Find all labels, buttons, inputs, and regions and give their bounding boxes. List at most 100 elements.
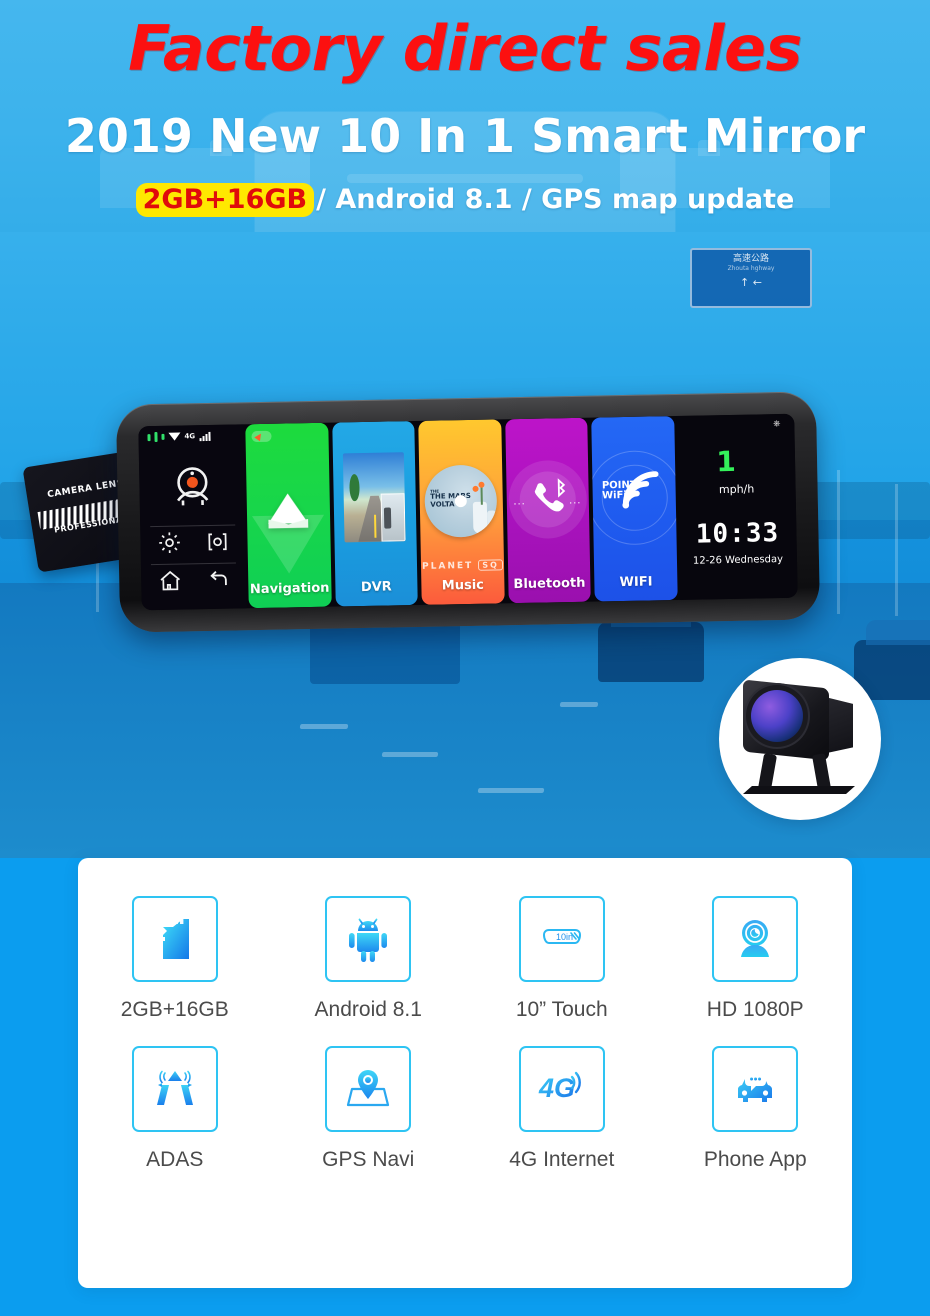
rear-camera-lens-icon	[751, 690, 803, 742]
clock: 10:33	[695, 518, 780, 550]
lane-marking	[299, 724, 349, 729]
feature-label: 2GB+16GB	[120, 998, 229, 1021]
feature-label: Phone App	[703, 1148, 807, 1171]
usb-icon: ⎈	[773, 417, 781, 429]
smart-mirror-device: 4G Navigation DVR THE THE MARS VOLTA PLA…	[115, 391, 821, 633]
control-row-nav	[141, 566, 247, 599]
lane-marking	[381, 752, 439, 757]
network-label: 4G	[184, 432, 196, 441]
cd-album-icon: THE THE MARS VOLTA	[424, 464, 498, 538]
speed-unit: mph/h	[718, 482, 755, 497]
android-robot-icon	[349, 918, 388, 962]
feature-adas[interactable]: ADAS	[78, 1046, 272, 1172]
navigation-arrow-icon	[267, 492, 309, 524]
tile-label: Navigation	[249, 580, 330, 598]
bluetooth-phone-icon	[526, 476, 569, 524]
navigation-badge-icon	[251, 430, 272, 443]
4g-signal-icon: 4G	[538, 1071, 581, 1103]
feature-label: ADAS	[146, 1148, 204, 1171]
headline: Factory direct sales	[128, 12, 802, 85]
tile-wifi[interactable]: POINT WiFi WIFI	[591, 416, 678, 602]
memory-badge: 2GB+16GB	[135, 183, 315, 217]
feature-icon-box: 4G	[518, 1046, 605, 1132]
webcam-icon	[741, 920, 770, 957]
tile-dvr[interactable]: DVR	[331, 421, 418, 607]
control-divider	[150, 562, 236, 566]
feature-android[interactable]: Android 8.1	[272, 896, 466, 1022]
album-vase2	[486, 510, 497, 533]
feature-hd-camera[interactable]: HD 1080P	[659, 896, 853, 1022]
highway-sign-arrow-icon: ↑ ←	[740, 275, 762, 289]
camera-icon[interactable]	[165, 461, 218, 514]
status-green-bar	[154, 431, 158, 443]
tile-label: DVR	[360, 579, 392, 596]
settings-gear-icon[interactable]	[156, 529, 183, 560]
product-ad-page: Factory direct sales 2019 New 10 In 1 Sm…	[0, 0, 930, 1316]
feature-label: GPS Navi	[322, 1148, 415, 1171]
wifi-point-icon	[619, 468, 666, 514]
feature-label: HD 1080P	[706, 998, 804, 1021]
back-arrow-icon[interactable]	[205, 567, 232, 598]
speed-value: 1	[716, 444, 737, 479]
rear-camera-leg	[811, 753, 832, 791]
status-green-bar	[147, 433, 151, 441]
adas-lane-icon	[156, 1070, 193, 1105]
home-icon[interactable]	[157, 567, 184, 598]
feature-phone-app[interactable]: Phone App	[659, 1046, 853, 1172]
control-row-camera	[139, 460, 245, 514]
signal-bars-icon	[199, 431, 211, 441]
wifi-icon	[168, 432, 181, 441]
feature-icon-box	[712, 1046, 799, 1132]
highway-sign: 高速公路 Zhouta hghway ↑ ←	[690, 248, 812, 308]
lane-marking	[559, 702, 599, 707]
features-grid: 2GB+16GB Android 8.1 10in 10” Touch HD 1…	[78, 896, 852, 1196]
bluetooth-dots-left: …	[512, 492, 528, 508]
feature-icon-box	[325, 1046, 412, 1132]
status-bar: 4G	[147, 431, 211, 443]
highway-sign-line1: 高速公路	[732, 254, 769, 264]
feature-label: Android 8.1	[314, 998, 422, 1021]
album-title: PLANET	[422, 560, 474, 572]
control-row-settings	[140, 528, 246, 561]
feature-touch-screen[interactable]: 10in 10” Touch	[465, 896, 659, 1022]
tile-navigation[interactable]: Navigation	[245, 422, 332, 609]
header-banner: Factory direct sales 2019 New 10 In 1 Sm…	[0, 0, 930, 232]
status-green-bar	[161, 433, 165, 440]
page-title: 2019 New 10 In 1 Smart Mirror	[64, 109, 866, 163]
bluetooth-dots-right: …	[568, 491, 584, 507]
album-flower	[478, 481, 485, 488]
feature-4g-internet[interactable]: 4G 4G Internet	[465, 1046, 659, 1172]
navigation-beam	[252, 514, 326, 575]
tile-label: WIFI	[619, 574, 653, 591]
tile-bluetooth[interactable]: … … Bluetooth	[505, 417, 592, 604]
mirror-screen-icon: 10in	[542, 929, 581, 944]
feature-label: 4G Internet	[509, 1148, 615, 1171]
feature-icon-box	[712, 896, 799, 982]
highway-sign-line2: Zhouta hghway	[727, 265, 775, 273]
feature-gps-navi[interactable]: GPS Navi	[272, 1046, 466, 1172]
rear-camera-leg	[757, 753, 778, 791]
rear-camera-base	[743, 786, 855, 794]
feature-icon-box	[131, 1046, 218, 1132]
road-car-dark	[598, 601, 704, 682]
tile-label: Music	[441, 577, 485, 594]
app-tiles: Navigation DVR THE THE MARS VOLTA PLANET…	[243, 416, 679, 609]
sd-card-icon	[159, 915, 189, 959]
lane-marking	[477, 788, 545, 793]
target-record-icon[interactable]	[204, 529, 231, 560]
dvr-pip-inset	[381, 492, 406, 542]
feature-icon-box	[131, 896, 218, 982]
dvr-lane	[373, 514, 377, 538]
tile-music[interactable]: THE THE MARS VOLTA PLANET SQ Music	[418, 419, 505, 605]
feature-label: 10” Touch	[515, 998, 608, 1021]
car-chat-icon	[738, 1072, 773, 1102]
dvr-tree	[349, 474, 360, 502]
tile-label: Bluetooth	[513, 575, 586, 593]
device-screen[interactable]: 4G Navigation DVR THE THE MARS VOLTA PLA…	[138, 413, 798, 611]
feature-icon-box: 10in	[518, 896, 605, 982]
spec-line: 2GB+16GB / Android 8.1 / GPS map update	[0, 183, 930, 217]
feature-sd-card[interactable]: 2GB+16GB	[78, 896, 272, 1022]
date-label: 12-26 Wednesday	[692, 553, 784, 567]
control-divider	[150, 524, 236, 528]
device-info-panel: ⎈ 1 mph/h 10:33 12-26 Wednesday	[676, 413, 798, 600]
